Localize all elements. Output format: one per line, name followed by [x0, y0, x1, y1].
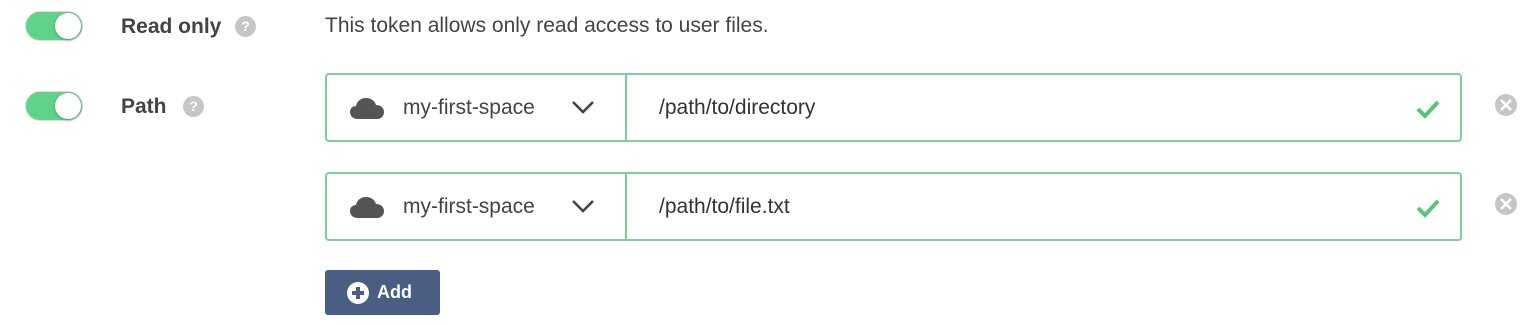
add-button-label: Add [377, 282, 412, 302]
chevron-down-icon [572, 200, 594, 213]
path-value: /path/to/directory [659, 95, 816, 119]
path-entry: my-first-space /path/to/directory [325, 73, 1462, 142]
toggle-knob [55, 13, 81, 39]
path-entry: my-first-space /path/to/file.txt [325, 172, 1462, 241]
space-selector[interactable]: my-first-space [327, 75, 627, 140]
path-toggle[interactable] [25, 91, 83, 121]
space-selector[interactable]: my-first-space [327, 174, 627, 239]
read-only-label: Read only [121, 15, 222, 38]
read-only-help-icon[interactable]: ? [235, 16, 256, 37]
toggle-knob [55, 93, 81, 119]
check-icon [1416, 199, 1440, 218]
read-only-description: This token allows only read access to us… [325, 14, 769, 37]
close-icon [1500, 99, 1512, 111]
path-input[interactable]: /path/to/directory [627, 75, 1460, 140]
cloud-icon [350, 196, 384, 218]
remove-path-button[interactable] [1495, 193, 1517, 215]
chevron-down-icon [572, 101, 594, 114]
plus-icon [347, 281, 369, 304]
path-help-icon[interactable]: ? [183, 96, 204, 117]
add-path-button[interactable]: Add [325, 270, 440, 315]
path-input[interactable]: /path/to/file.txt [627, 174, 1460, 239]
path-value: /path/to/file.txt [659, 194, 790, 218]
remove-path-button[interactable] [1495, 94, 1517, 116]
cloud-icon [350, 97, 384, 119]
read-only-toggle[interactable] [25, 11, 83, 41]
check-icon [1416, 100, 1440, 119]
close-icon [1500, 198, 1512, 210]
space-name: my-first-space [403, 194, 535, 218]
space-name: my-first-space [403, 95, 535, 119]
token-caveats-panel: Read only ? This token allows only read … [0, 0, 1538, 325]
path-label: Path [121, 95, 167, 118]
